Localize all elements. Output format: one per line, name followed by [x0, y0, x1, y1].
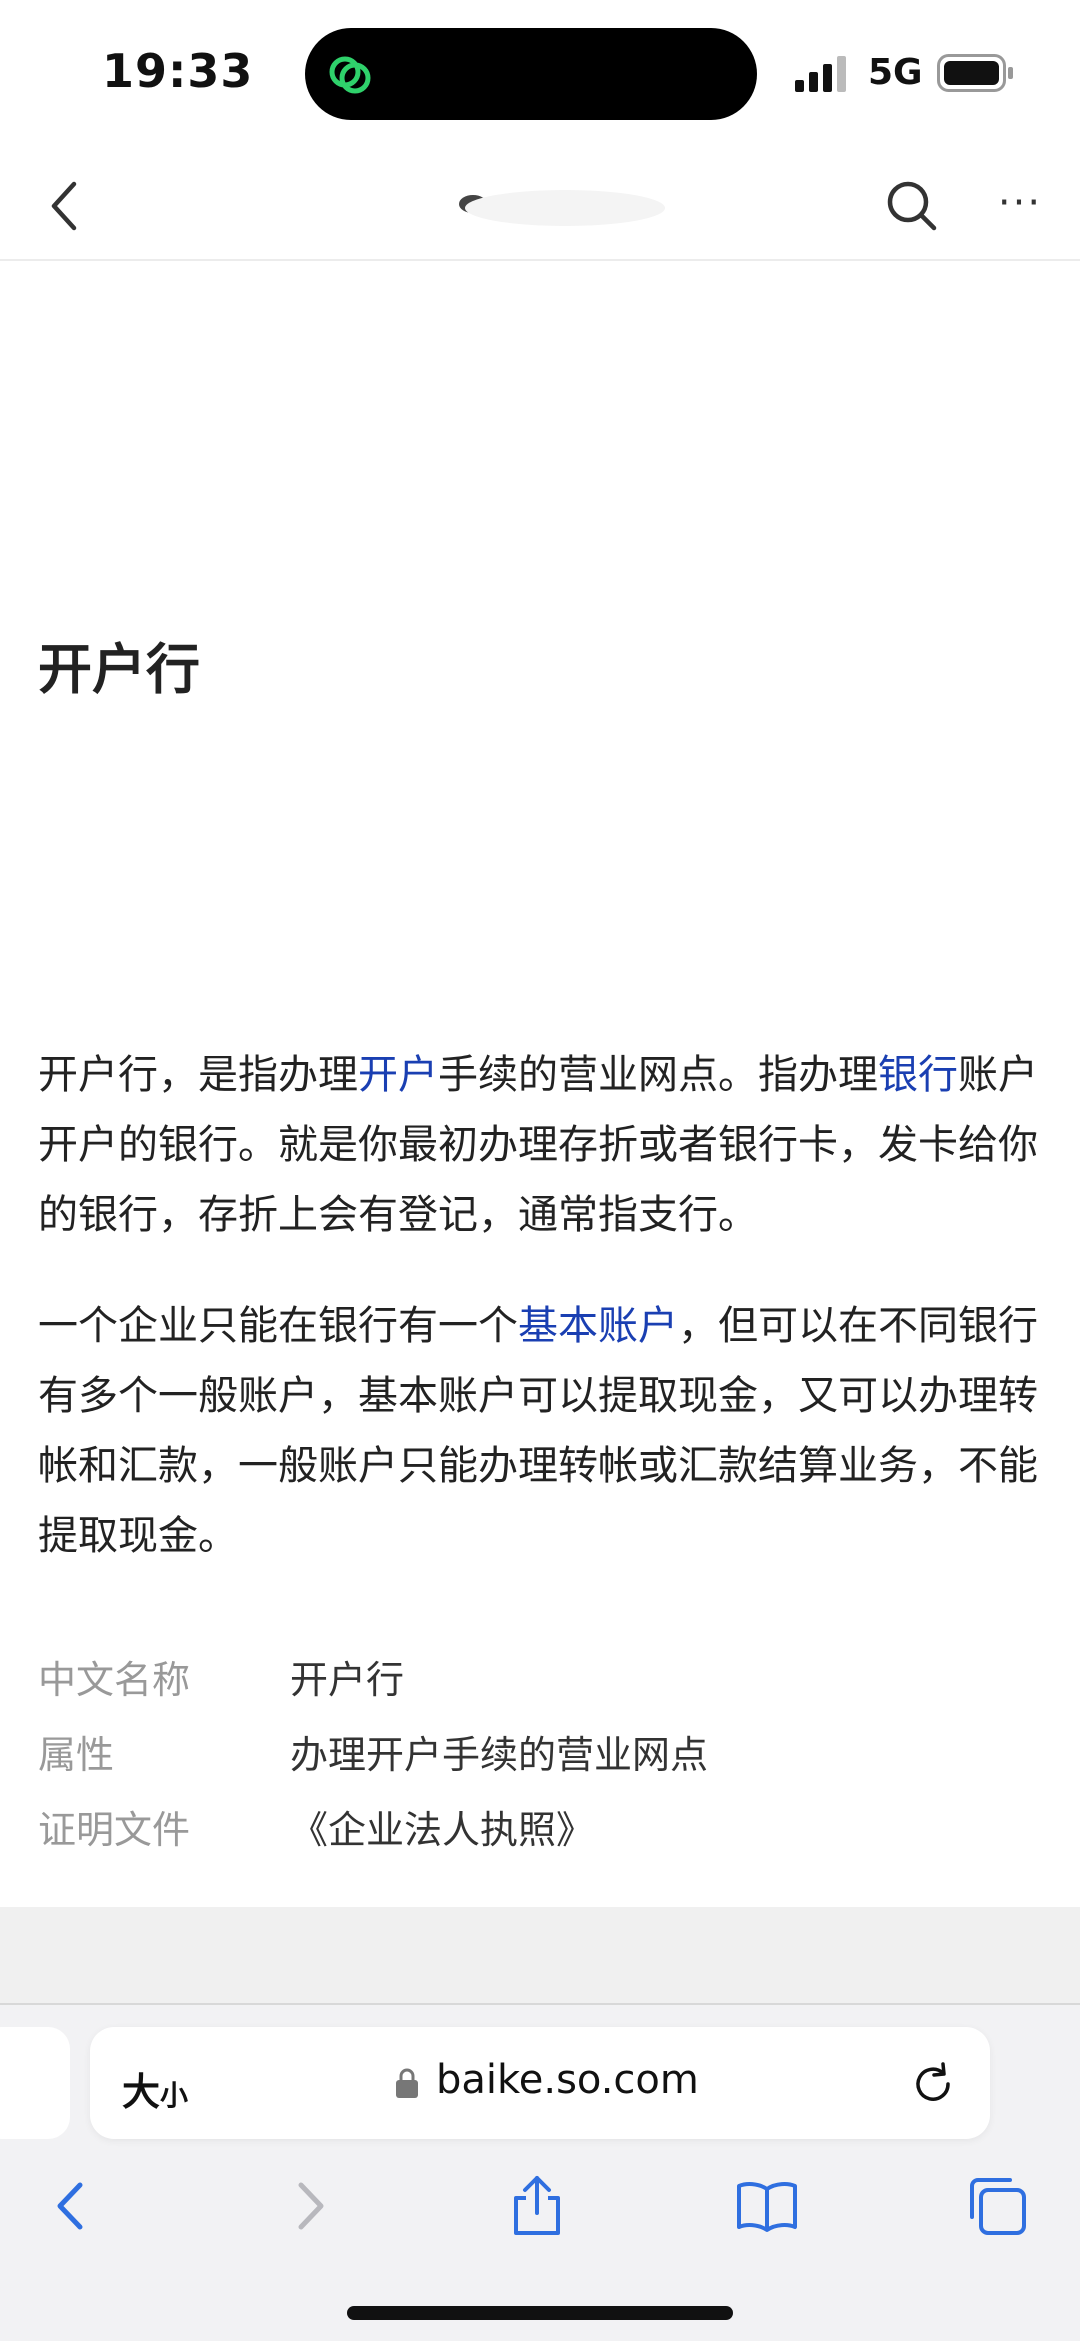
browser-bottom-bar: 大小 baike.so.com [0, 2003, 1080, 2341]
bookmarks-icon[interactable] [734, 2173, 800, 2239]
cellular-signal-icon [795, 56, 846, 92]
text-size-big: 大 [122, 2070, 161, 2114]
home-indicator[interactable] [347, 2306, 733, 2320]
status-time: 19:33 [102, 44, 254, 98]
text-segment: 开户行，是指办理 [38, 1052, 358, 1098]
url-text[interactable]: baike.so.com [436, 2057, 699, 2103]
previous-tab-preview[interactable] [0, 2027, 70, 2139]
screen: 19:33 5G ··· 开户行 开户行，是指办理开户手续的营业网点。指办理银行… [0, 0, 1080, 2341]
text-size-small: 小 [160, 2079, 189, 2112]
chevron-left-icon[interactable] [40, 176, 90, 236]
site-logo [459, 190, 665, 226]
link-basic-account[interactable]: 基本账户 [518, 1303, 678, 1349]
info-row: 属性 办理开户手续的营业网点 [38, 1730, 1038, 1805]
lock-icon [396, 2068, 418, 2098]
info-value: 开户行 [290, 1658, 405, 1702]
section-divider [0, 1907, 1080, 2007]
info-value: 办理开户手续的营业网点 [290, 1733, 709, 1777]
more-options-button[interactable]: ··· [990, 180, 1050, 230]
battery-icon [937, 54, 1013, 92]
link-kaihu[interactable]: 开户 [358, 1052, 438, 1098]
info-value: 《企业法人执照》 [290, 1808, 595, 1852]
link-yinhang[interactable]: 银行 [878, 1052, 958, 1098]
text-segment: 一个企业只能在银行有一个 [38, 1303, 518, 1349]
paragraph-accounts: 一个企业只能在银行有一个基本账户，但可以在不同银行有多个一般账户，基本账户可以提… [38, 1291, 1048, 1571]
text-segment: 手续的营业网点。指办理 [438, 1052, 878, 1098]
address-bar[interactable]: 大小 baike.so.com [90, 2027, 990, 2139]
browser-toolbar [0, 2155, 1080, 2255]
search-icon[interactable] [882, 176, 942, 236]
article-title: 开户行 [38, 638, 200, 701]
nav-bar: ··· [0, 150, 1080, 261]
info-key: 中文名称 [38, 1658, 191, 1702]
text-size-button[interactable]: 大小 [122, 2061, 188, 2116]
info-row: 中文名称 开户行 [38, 1655, 1038, 1730]
dynamic-island [305, 28, 757, 120]
reload-icon[interactable] [910, 2061, 956, 2107]
network-type: 5G [868, 52, 923, 93]
status-bar: 19:33 5G [0, 0, 1080, 150]
chat-bubble-icon [329, 56, 371, 94]
share-icon[interactable] [504, 2173, 570, 2239]
paragraph-definition: 开户行，是指办理开户手续的营业网点。指办理银行账户开户的银行。就是你最初办理存折… [38, 1040, 1048, 1250]
info-key: 属性 [38, 1733, 115, 1777]
forward-arrow-icon[interactable] [275, 2173, 341, 2239]
info-key: 证明文件 [38, 1808, 191, 1852]
tabs-icon[interactable] [964, 2173, 1030, 2239]
back-arrow-icon[interactable] [40, 2173, 106, 2239]
info-box: 中文名称 开户行 属性 办理开户手续的营业网点 证明文件 《企业法人执照》 [38, 1655, 1038, 1880]
info-row: 证明文件 《企业法人执照》 [38, 1805, 1038, 1880]
